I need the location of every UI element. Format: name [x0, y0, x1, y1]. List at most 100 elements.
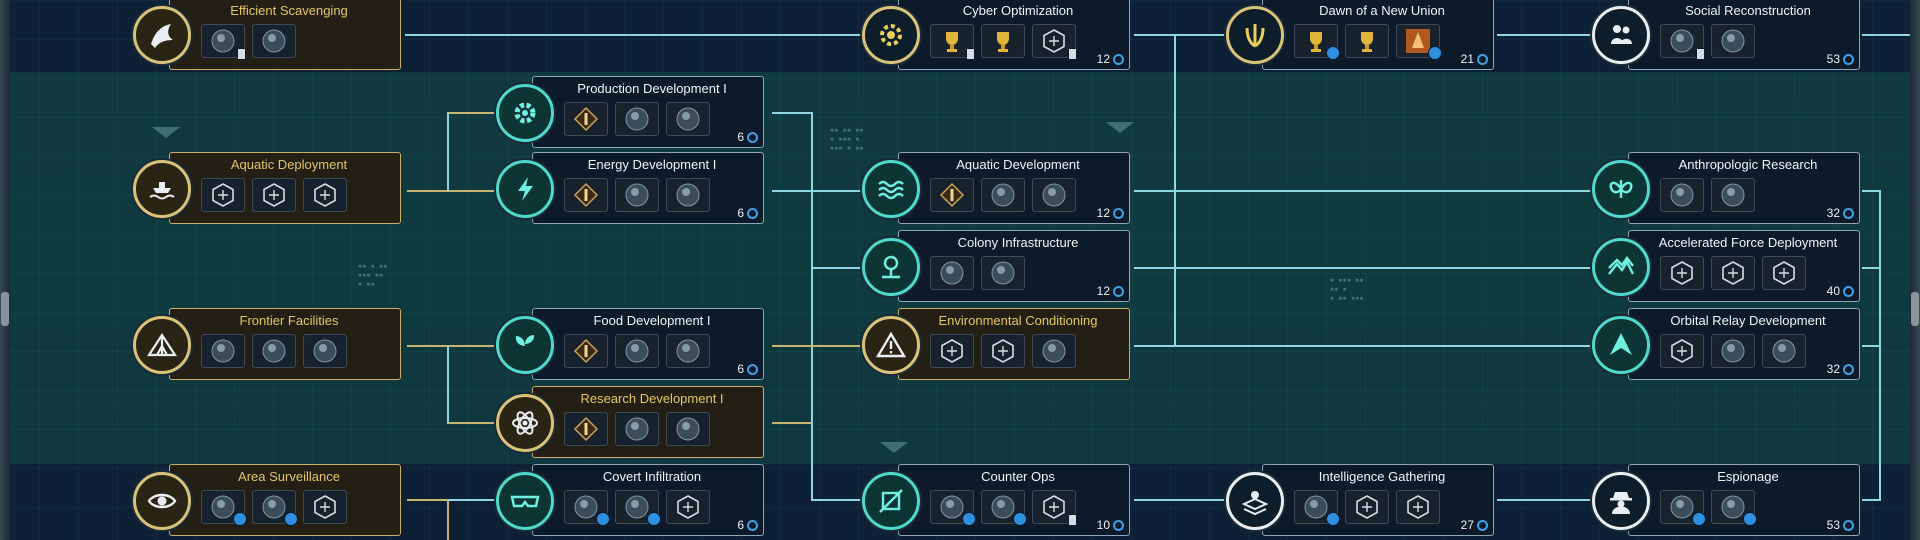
trophy-icon[interactable]	[1345, 24, 1389, 58]
right-scroll-handle[interactable]	[1911, 292, 1919, 326]
orange-rocket-icon[interactable]	[1396, 24, 1442, 60]
tier-one-badge-icon[interactable]	[564, 102, 608, 136]
tech-node-intelligence-gathering[interactable]: Intelligence Gathering 27	[1226, 464, 1496, 540]
mine-icon[interactable]	[615, 102, 659, 136]
tech-node-frontier-facilities[interactable]: Frontier Facilities	[133, 308, 403, 384]
tech-title: Colony Infrastructure	[957, 235, 1079, 250]
hex-tower-icon[interactable]	[303, 490, 347, 524]
fighter-ship-icon[interactable]	[1711, 334, 1755, 368]
tech-node-food-development-1[interactable]: Food Development I 6	[496, 308, 766, 384]
crosshair-agent-icon[interactable]	[564, 490, 610, 526]
tier-one-badge-icon[interactable]	[564, 334, 608, 368]
hex-shard-icon[interactable]	[1396, 490, 1440, 524]
portal-arch-icon[interactable]	[1711, 178, 1755, 212]
research-dome-icon[interactable]	[615, 412, 659, 446]
structure-icon[interactable]	[981, 256, 1025, 290]
download-indicator-icon	[1326, 46, 1340, 60]
atom-lab-icon[interactable]	[201, 24, 246, 60]
hex-layers-icon[interactable]	[1762, 256, 1806, 290]
clock-icon	[747, 131, 758, 143]
water-planet-icon[interactable]	[1032, 178, 1076, 212]
ruins-icon[interactable]	[303, 334, 347, 368]
tier-one-badge-icon[interactable]	[564, 412, 608, 446]
tier-one-badge-icon[interactable]	[930, 178, 974, 212]
crossed-tools-icon[interactable]	[981, 490, 1027, 526]
tech-tree-canvas[interactable]: ▪▪ ▪▪ ▪▪ ▪ ▪▪▪ ▪ ▪▪▪ ▪ ▪▪ ▪▪ ▪ ▪▪ ▪▪▪ ▪▪ ▪ ▪…	[0, 0, 1920, 540]
link-frontier-research	[407, 345, 496, 424]
chip-row	[564, 178, 710, 212]
tier-one-badge-icon[interactable]	[564, 178, 608, 212]
factory-icon[interactable]	[666, 102, 710, 136]
ship-waves-icon	[133, 160, 191, 218]
research-turns: 12	[1097, 206, 1124, 220]
hex-tank-icon[interactable]	[1660, 256, 1704, 290]
relay-planet-icon[interactable]	[1762, 334, 1806, 368]
tech-node-accelerated-force-deployment[interactable]: Accelerated Force Deployment 40	[1592, 230, 1862, 306]
lightning-doc-icon[interactable]	[1711, 490, 1757, 526]
sphere-icon[interactable]	[1711, 24, 1755, 58]
tech-node-production-development-1[interactable]: Production Development I 6	[496, 76, 766, 152]
hex-cylinder-icon[interactable]	[1032, 24, 1077, 60]
tech-node-espionage[interactable]: Espionage 53	[1592, 464, 1862, 540]
tech-node-environmental-conditioning[interactable]: Environmental Conditioning	[862, 308, 1132, 384]
arrow-up-icon	[1592, 316, 1650, 374]
left-frame-edge	[0, 0, 10, 540]
tech-node-covert-infiltration[interactable]: Covert Infiltration 6	[496, 464, 766, 540]
tech-node-social-reconstruction[interactable]: Social Reconstruction 53	[1592, 0, 1862, 74]
scaffold-icon[interactable]	[1660, 24, 1705, 60]
sea-city-icon[interactable]	[981, 178, 1025, 212]
farm-planet-icon[interactable]	[615, 334, 659, 368]
hex-arrow-icon[interactable]	[1660, 334, 1704, 368]
hex-eye-icon[interactable]	[1032, 490, 1077, 526]
reactor-icon[interactable]	[666, 178, 710, 212]
obelisk-icon[interactable]	[930, 256, 974, 290]
tech-node-cyber-optimization[interactable]: Cyber Optimization 12	[862, 0, 1132, 74]
tech-node-orbital-relay-development[interactable]: Orbital Relay Development 32	[1592, 308, 1862, 384]
hex-diamond-icon[interactable]	[252, 178, 296, 212]
warning-triangle-icon	[862, 316, 920, 374]
spider-icon[interactable]	[201, 334, 245, 368]
gold-crown-icon[interactable]	[930, 24, 975, 60]
dna-butterfly-icon	[1592, 160, 1650, 218]
skull-claw-icon[interactable]	[252, 24, 296, 58]
trophy-icon[interactable]	[1294, 24, 1340, 60]
tech-node-aquatic-development[interactable]: Aquatic Development 12	[862, 152, 1132, 228]
hex-building-icon[interactable]	[201, 178, 245, 212]
person-icon[interactable]	[1294, 490, 1340, 526]
crossed-wrench-icon[interactable]	[930, 490, 976, 526]
hex-spire-icon[interactable]	[1711, 256, 1755, 290]
glove-icon[interactable]	[615, 490, 661, 526]
hex-warning-icon[interactable]	[930, 334, 974, 368]
tech-node-area-surveillance[interactable]: Area Surveillance	[133, 464, 403, 540]
hex-cross-icon[interactable]	[303, 178, 347, 212]
chip-row	[1294, 24, 1442, 60]
tech-node-anthropologic-research[interactable]: Anthropologic Research 32	[1592, 152, 1862, 228]
chip-row	[1660, 24, 1755, 60]
colony-pin-icon	[862, 238, 920, 296]
tech-node-research-development-1[interactable]: Research Development I	[496, 386, 766, 462]
turns-value: 12	[1096, 284, 1110, 298]
hex-slab-icon[interactable]	[981, 334, 1025, 368]
dome-helmet-icon[interactable]	[252, 334, 296, 368]
slashed-badge-icon	[862, 472, 920, 530]
solar-array-icon[interactable]	[615, 178, 659, 212]
beacon-icon[interactable]	[252, 490, 298, 526]
lab-sphere-icon[interactable]	[666, 412, 710, 446]
spy-mask-icon[interactable]	[1660, 490, 1706, 526]
radar-icon[interactable]	[201, 490, 247, 526]
dome-icon[interactable]	[1032, 334, 1076, 368]
hex-mask-icon[interactable]	[666, 490, 710, 524]
tower-icon[interactable]	[1660, 178, 1704, 212]
hex-cube-icon[interactable]	[1345, 490, 1389, 524]
gold-gear-icon[interactable]	[981, 24, 1025, 58]
research-turns: 21	[1461, 52, 1488, 66]
left-scroll-handle[interactable]	[1, 292, 9, 326]
greenhouse-icon[interactable]	[666, 334, 710, 368]
tech-node-aquatic-deployment[interactable]: Aquatic Deployment	[133, 152, 403, 228]
tech-node-efficient-scavenging[interactable]: Efficient Scavenging	[133, 0, 403, 74]
tech-node-counter-ops[interactable]: Counter Ops 10	[862, 464, 1132, 540]
tech-title: Counter Ops	[981, 469, 1055, 484]
tech-node-energy-development-1[interactable]: Energy Development I 6	[496, 152, 766, 228]
tech-node-colony-infrastructure[interactable]: Colony Infrastructure 12	[862, 230, 1132, 306]
tech-node-dawn-of-a-new-union[interactable]: Dawn of a New Union 21	[1226, 0, 1496, 74]
